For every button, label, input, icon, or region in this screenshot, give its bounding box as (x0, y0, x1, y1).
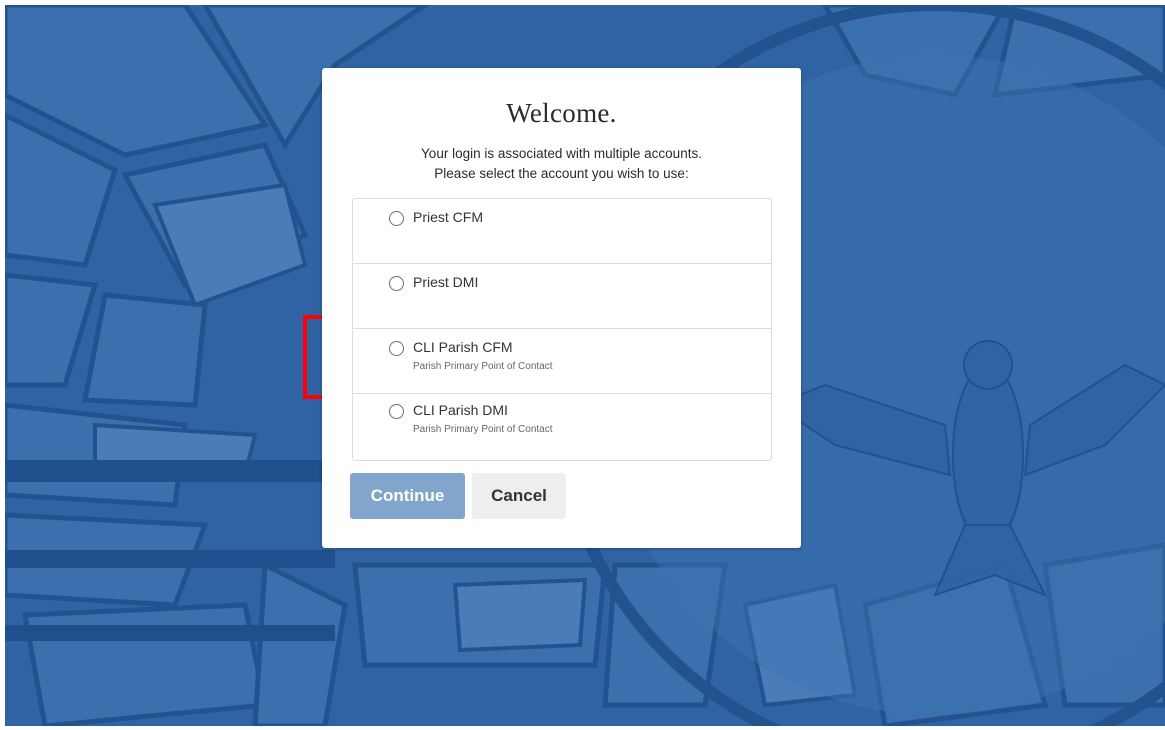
account-radio-button[interactable] (389, 276, 404, 291)
continue-button[interactable]: Continue (350, 473, 465, 519)
account-option-cli-parish-dmi[interactable]: CLI Parish DMI Parish Primary Point of C… (353, 394, 771, 458)
dialog-title: Welcome. (506, 98, 617, 128)
subtitle-line-2: Please select the account you wish to us… (434, 166, 689, 181)
dialog-subtitle: Your login is associated with multiple a… (322, 144, 801, 184)
account-option-cli-parish-cfm[interactable]: CLI Parish CFM Parish Primary Point of C… (353, 329, 771, 394)
account-role: Parish Primary Point of Contact (413, 424, 553, 435)
account-radio-button[interactable] (389, 211, 404, 226)
account-role: Parish Primary Point of Contact (413, 361, 553, 372)
account-list: Priest CFM Priest DMI CLI Parish CFM Par… (352, 198, 772, 461)
cancel-button[interactable]: Cancel (472, 473, 566, 519)
account-label: Priest CFM (413, 209, 483, 225)
account-option-priest-cfm[interactable]: Priest CFM (353, 199, 771, 264)
subtitle-line-1: Your login is associated with multiple a… (421, 146, 702, 161)
account-label: CLI Parish DMI (413, 402, 508, 418)
account-selection-dialog: Welcome. Your login is associated with m… (322, 68, 801, 548)
account-radio-button[interactable] (389, 404, 404, 419)
account-option-priest-dmi[interactable]: Priest DMI (353, 264, 771, 329)
account-label: Priest DMI (413, 274, 479, 290)
account-label: CLI Parish CFM (413, 339, 513, 355)
account-radio-button[interactable] (389, 341, 404, 356)
